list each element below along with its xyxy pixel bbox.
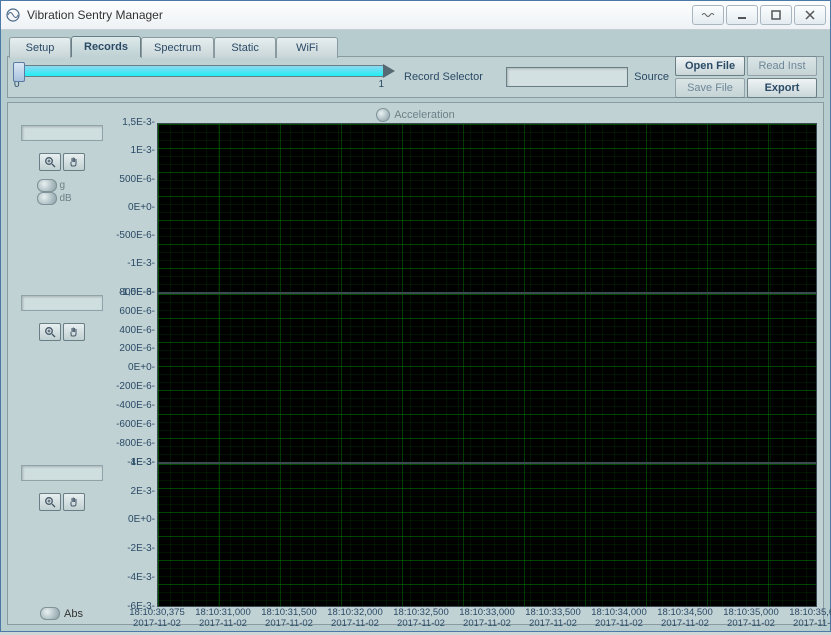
x-tick: 18:10:33,0002017-11-02	[459, 607, 514, 630]
x-tick: 18:10:31,5002017-11-02	[261, 607, 316, 630]
tab-wifi[interactable]: WiFi	[276, 37, 338, 58]
pan-icon[interactable]	[63, 323, 85, 341]
maximize-button[interactable]	[760, 5, 792, 25]
source-input[interactable]	[506, 67, 628, 87]
control-panel: 0 1 Record Selector Source Open File Rea…	[7, 56, 824, 98]
record-selector-slider[interactable]: 0 1	[14, 65, 384, 90]
chart3-yaxis: 4E-3-2E-3-0E+0--2E-3--4E-3--6E-3-	[109, 463, 157, 607]
tab-spectrum[interactable]: Spectrum	[141, 37, 214, 58]
open-file-button[interactable]: Open File	[675, 56, 745, 76]
chart3-tools	[14, 463, 109, 607]
zoom-icon[interactable]	[39, 323, 61, 341]
abs-toggle[interactable]: Abs	[40, 607, 100, 620]
x-tick: 18:10:32,5002017-11-02	[393, 607, 448, 630]
led-icon	[376, 108, 390, 122]
x-tick: 18:10:34,5002017-11-02	[657, 607, 712, 630]
chart3-plot[interactable]	[157, 463, 817, 607]
app-window: Vibration Sentry Manager Setup Records S…	[0, 0, 831, 632]
window-controls	[692, 5, 826, 25]
chart1-plot[interactable]	[157, 123, 817, 293]
x-tick: 18:10:33,5002017-11-02	[525, 607, 580, 630]
slider-arrow-icon	[383, 64, 395, 78]
slider-max: 1	[378, 79, 384, 90]
title-bar: Vibration Sentry Manager	[1, 1, 830, 30]
tab-static[interactable]: Static	[214, 37, 276, 58]
close-button[interactable]	[794, 5, 826, 25]
chart-panel: Acceleration g dB 1,5E-3-1E-	[7, 102, 824, 625]
source-label: Source	[634, 71, 669, 83]
x-tick: 18:10:32,0002017-11-02	[327, 607, 382, 630]
chart1-display[interactable]	[21, 125, 103, 141]
zoom-icon[interactable]	[39, 493, 61, 511]
content-area: Setup Records Spectrum Static WiFi 0 1 R…	[1, 30, 830, 631]
chart2-display[interactable]	[21, 295, 103, 311]
extra-button[interactable]	[692, 5, 724, 25]
g-toggle[interactable]: g	[37, 179, 87, 192]
chart3-display[interactable]	[21, 465, 103, 481]
file-button-group: Open File Read Inst Save File Export	[675, 56, 817, 98]
record-selector-label: Record Selector	[404, 71, 483, 83]
slider-thumb[interactable]	[13, 62, 25, 82]
chart2-plot[interactable]	[157, 293, 817, 463]
chart1-yaxis: 1,5E-3-1E-3-500E-6-0E+0--500E-6--1E-3--1…	[109, 123, 157, 293]
abs-label: Abs	[64, 608, 83, 620]
radio-icon	[37, 192, 57, 205]
radio-icon	[37, 179, 57, 192]
chart2-tools	[14, 293, 109, 463]
tab-bar: Setup Records Spectrum Static WiFi	[9, 36, 824, 57]
zoom-icon[interactable]	[39, 153, 61, 171]
tab-setup[interactable]: Setup	[9, 37, 71, 58]
pan-icon[interactable]	[63, 493, 85, 511]
db-toggle[interactable]: dB	[37, 192, 87, 205]
x-tick: 18:10:30,3752017-11-02	[129, 607, 184, 630]
pan-icon[interactable]	[63, 153, 85, 171]
export-button[interactable]: Export	[747, 78, 817, 98]
read-inst-button[interactable]: Read Inst	[747, 56, 817, 76]
x-tick: 18:10:34,0002017-11-02	[591, 607, 646, 630]
chart-row-3: 4E-3-2E-3-0E+0--2E-3--4E-3--6E-3-	[14, 463, 817, 607]
tab-records[interactable]: Records	[71, 36, 141, 57]
chart-row-2: 800E-6-600E-6-400E-6-200E-6-0E+0--200E-6…	[14, 293, 817, 463]
x-tick: 18:10:35,6782017-11-02	[789, 607, 831, 630]
x-tick: 18:10:35,0002017-11-02	[723, 607, 778, 630]
app-icon	[5, 7, 21, 23]
x-tick: 18:10:31,0002017-11-02	[195, 607, 250, 630]
window-title: Vibration Sentry Manager	[27, 8, 692, 22]
chart2-yaxis: 800E-6-600E-6-400E-6-200E-6-0E+0--200E-6…	[109, 293, 157, 463]
chart1-tools: g dB	[14, 123, 109, 293]
x-axis: 18:10:30,3752017-11-0218:10:31,0002017-1…	[157, 607, 817, 635]
chart-row-1: g dB 1,5E-3-1E-3-500E-6-0E+0--500E-6--1E…	[14, 123, 817, 293]
toggle-icon	[40, 607, 60, 620]
chart-stack: g dB 1,5E-3-1E-3-500E-6-0E+0--500E-6--1E…	[14, 123, 817, 607]
save-file-button[interactable]: Save File	[675, 78, 745, 98]
minimize-button[interactable]	[726, 5, 758, 25]
acceleration-label: Acceleration	[394, 109, 455, 121]
